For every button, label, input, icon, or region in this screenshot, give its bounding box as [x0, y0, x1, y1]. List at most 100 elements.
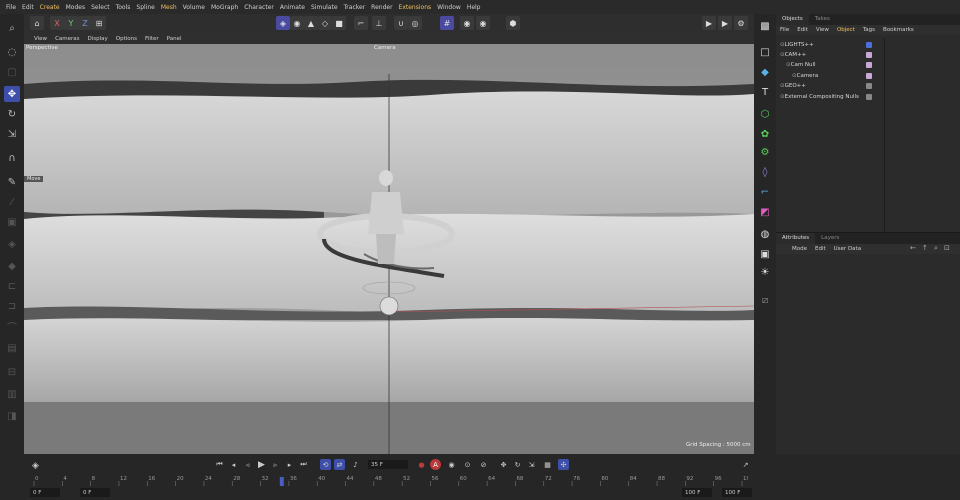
viewport-menu-view[interactable]: View	[34, 36, 47, 42]
menu-item-tools[interactable]: Tools	[116, 4, 131, 11]
object-menu-object[interactable]: Object	[837, 27, 855, 33]
start-frame-field[interactable]: 0 F	[30, 488, 60, 497]
box-selection-icon[interactable]: ▢	[4, 64, 20, 80]
search-icon[interactable]: ⌕	[4, 20, 20, 36]
object-menu-file[interactable]: File	[780, 27, 789, 33]
edges-mode-icon[interactable]: ◇	[318, 16, 332, 30]
magnet-icon[interactable]: ∩	[4, 150, 20, 166]
previous-frame-icon[interactable]: ◃	[242, 459, 253, 470]
extrude-icon[interactable]: ◈	[4, 236, 20, 252]
polygons-mode-icon[interactable]: ■	[332, 16, 346, 30]
attr-menu-mode[interactable]: Mode	[792, 246, 807, 252]
tweak-icon[interactable]: ⊥	[372, 16, 386, 30]
menu-item-character[interactable]: Character	[244, 4, 274, 11]
loop-cut-icon[interactable]: ⊐	[4, 298, 20, 314]
preview-end-field[interactable]: 100 F	[682, 488, 712, 497]
effector-icon[interactable]: ⚙	[757, 144, 773, 160]
menu-item-animate[interactable]: Animate	[280, 4, 305, 11]
menu-item-select[interactable]: Select	[91, 4, 110, 11]
sound-icon[interactable]: ♪	[350, 459, 361, 470]
deformer-icon[interactable]: ◊	[757, 164, 773, 180]
list-item[interactable]: ⊙ CAM++	[780, 50, 806, 59]
bridge-icon[interactable]: ⊏	[4, 278, 20, 294]
tab-layers[interactable]: Layers	[815, 233, 845, 244]
cube-icon[interactable]: ◆	[757, 64, 773, 80]
timeline-ruler[interactable]: 0 4 8 12 16 20 24 28 32 36 40 44 48 52 56 60 64 68 72 76 80 8…	[32, 474, 754, 486]
tab-objects[interactable]: Objects	[776, 14, 809, 25]
menu-item-spline[interactable]: Spline	[136, 4, 154, 11]
tab-attributes[interactable]: Attributes	[776, 233, 816, 244]
object-menu-bookmarks[interactable]: Bookmarks	[883, 27, 914, 33]
solo-off-icon[interactable]: ◉	[476, 16, 490, 30]
camera-icon[interactable]: ▣	[757, 246, 773, 262]
layer-color-swatch[interactable]	[866, 51, 872, 58]
edit-render-settings-icon[interactable]: ⚙	[734, 16, 748, 30]
end-frame-field[interactable]: 100 F	[722, 488, 752, 497]
fcurve-icon[interactable]: ↗	[740, 459, 751, 470]
up-arrow-icon[interactable]: ↑	[922, 244, 928, 252]
list-item[interactable]: ⊙ Camera	[792, 71, 818, 80]
key-point-icon[interactable]: ▦	[542, 459, 553, 470]
live-selection-icon[interactable]: ◌	[4, 44, 20, 60]
preview-start-field[interactable]: 0 F	[80, 488, 110, 497]
viewport-menu-cameras[interactable]: Cameras	[55, 36, 79, 42]
list-item[interactable]: ⊙ Cam Null	[786, 61, 816, 70]
move-tool-icon[interactable]: ✥	[4, 86, 20, 102]
attr-menu-user-data[interactable]: User Data	[834, 246, 861, 252]
undo-icon[interactable]: ⌂	[30, 16, 44, 30]
key-param-icon[interactable]: ↻	[512, 459, 523, 470]
play-icon[interactable]: ▶	[256, 459, 267, 470]
go-to-end-icon[interactable]: ⏭	[298, 459, 309, 470]
attr-menu-edit[interactable]: Edit	[815, 246, 826, 252]
sculpt-icon[interactable]: ▤	[4, 340, 20, 356]
go-to-start-icon[interactable]: ⏮	[214, 459, 225, 470]
back-arrow-icon[interactable]: ←	[910, 244, 916, 252]
coordinate-system-icon[interactable]: ⊞	[92, 16, 106, 30]
keyframe-selection-icon[interactable]: ◉	[446, 459, 457, 470]
menu-item-tracker[interactable]: Tracker	[344, 4, 366, 11]
key-pla-icon[interactable]: ⇲	[526, 459, 537, 470]
plane-icon[interactable]: □	[757, 44, 773, 60]
weld-icon[interactable]: ⌒	[4, 318, 20, 334]
list-item[interactable]: ⊙ External Compositing Nulls	[780, 92, 859, 101]
knife-icon[interactable]: ⁄	[4, 194, 20, 210]
menu-item-modes[interactable]: Modes	[66, 4, 85, 11]
viewport-solo-icon[interactable]: ⬢	[506, 16, 520, 30]
search-attr-icon[interactable]: ⌕	[934, 244, 938, 253]
list-item[interactable]: ⊙ GEO++	[780, 82, 806, 91]
tab-takes[interactable]: Takes	[809, 14, 836, 25]
menu-item-volume[interactable]: Volume	[183, 4, 205, 11]
autokey-icon[interactable]: A	[430, 459, 441, 470]
playback-mode-icon[interactable]: ⇄	[334, 459, 345, 470]
uv-icon[interactable]: ⊟	[4, 364, 20, 380]
misc-tool-icon[interactable]: ◨	[4, 408, 20, 424]
snap-icon[interactable]: ∪	[394, 16, 408, 30]
text-icon[interactable]: T	[757, 84, 773, 100]
layer-color-swatch[interactable]	[866, 83, 872, 90]
layer-color-swatch[interactable]	[866, 93, 872, 100]
model-mode-icon[interactable]: ◈	[276, 16, 290, 30]
points-mode-icon[interactable]: ▲	[304, 16, 318, 30]
viewport-menu-display[interactable]: Display	[88, 36, 108, 42]
scale-tool-icon[interactable]: ⇲	[4, 126, 20, 142]
previous-key-icon[interactable]: ◂	[228, 459, 239, 470]
key-scale-icon[interactable]: ✥	[498, 459, 509, 470]
viewport[interactable]: Perspective Camera Move Grid Spacing : 5…	[24, 44, 754, 454]
menu-item-window[interactable]: Window	[437, 4, 461, 11]
subdivision-icon[interactable]: ⬡	[757, 106, 773, 122]
paint-brush-icon[interactable]: ✎	[4, 174, 20, 190]
snap-settings-icon[interactable]: ◎	[408, 16, 422, 30]
field-icon[interactable]: ⌐	[757, 184, 773, 200]
layer-color-swatch[interactable]	[866, 72, 872, 79]
spline-icon[interactable]: ◩	[757, 204, 773, 220]
axis-lock-x-button[interactable]: X	[50, 16, 64, 30]
menu-item-file[interactable]: File	[6, 4, 16, 11]
enable-axis-icon[interactable]: ⌐	[354, 16, 368, 30]
layer-color-swatch[interactable]	[866, 62, 872, 69]
menu-item-mesh[interactable]: Mesh	[161, 4, 177, 11]
lock-icon[interactable]: ⊡	[944, 244, 950, 252]
cube-primitive-icon[interactable]: ▩	[757, 18, 773, 34]
axis-lock-y-button[interactable]: Y	[64, 16, 78, 30]
next-key-icon[interactable]: ▸	[284, 459, 295, 470]
viewport-menu-filter[interactable]: Filter	[145, 36, 159, 42]
